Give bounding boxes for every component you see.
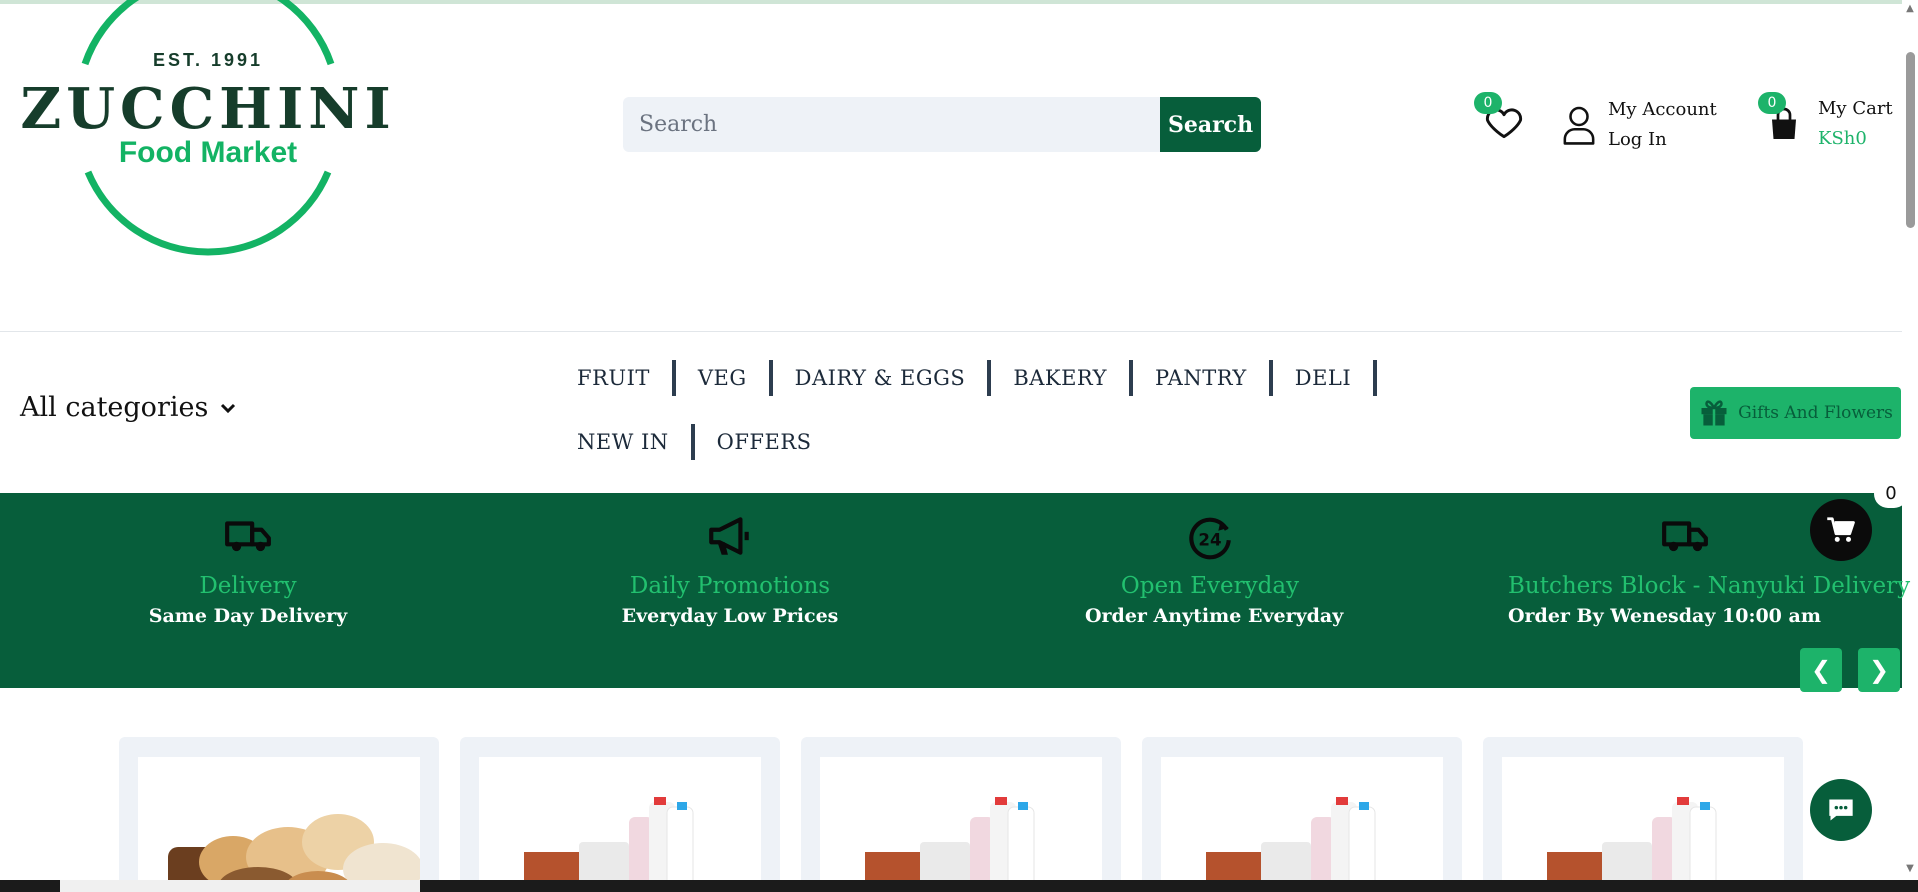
- carousel-prev-button[interactable]: ❮: [1800, 648, 1842, 692]
- menu-item-pantry[interactable]: PANTRY: [1155, 360, 1273, 396]
- svg-text:EST. 1991: EST. 1991: [153, 50, 263, 70]
- scrollbar-thumb[interactable]: [1906, 52, 1915, 228]
- feature-title: Delivery: [199, 573, 297, 599]
- chat-button[interactable]: [1810, 779, 1872, 841]
- all-categories-label: All categories: [20, 392, 209, 423]
- feature-daily-promotions: Daily Promotions Everyday Low Prices: [620, 493, 840, 688]
- cart-total: KSh0: [1818, 128, 1867, 149]
- feature-subtitle: Same Day Delivery: [148, 605, 348, 627]
- feature-delivery: Delivery Same Day Delivery: [148, 493, 348, 688]
- page-scrollbar[interactable]: ▲ ▼: [1902, 0, 1918, 880]
- menu-item-fruit[interactable]: FRUIT: [577, 360, 676, 396]
- chevron-down-icon: [221, 403, 236, 413]
- wishlist-count-badge: 0: [1474, 92, 1502, 114]
- svg-text:Food Market: Food Market: [119, 136, 297, 169]
- all-categories-dropdown[interactable]: All categories: [20, 392, 236, 423]
- megaphone-icon: [709, 517, 749, 555]
- feature-title: Open Everyday: [1120, 573, 1300, 599]
- product-card[interactable]: [801, 737, 1121, 892]
- menu-item-veg[interactable]: VEG: [698, 360, 773, 396]
- truck-icon: [1662, 521, 1708, 552]
- gift-icon: [1701, 400, 1727, 426]
- main-menu: FRUIT VEG DAIRY & EGGS BAKERY PANTRY DEL…: [577, 360, 1477, 488]
- account-link[interactable]: My Account Log In: [1562, 95, 1717, 155]
- search-bar: Search: [623, 97, 1261, 152]
- feature-subtitle: Order Anytime Everyday: [1085, 605, 1344, 627]
- cart-label: My Cart: [1818, 98, 1893, 119]
- feature-subtitle: Everyday Low Prices: [621, 605, 839, 627]
- feature-title: Butchers Block - Nanyuki Delivery: [1508, 573, 1911, 599]
- 24-hours-icon: 24: [1189, 517, 1231, 560]
- os-taskbar: [0, 880, 1918, 892]
- product-image-dairy-pack[interactable]: [479, 757, 761, 892]
- login-link[interactable]: Log In: [1608, 125, 1717, 155]
- product-card[interactable]: [460, 737, 780, 892]
- user-icon: [1563, 106, 1595, 145]
- search-input[interactable]: [623, 97, 1160, 152]
- cart-icon: [1827, 517, 1855, 542]
- product-card[interactable]: [119, 737, 439, 892]
- feature-open-everyday: 24 Open Everyday Order Anytime Everyday: [1085, 493, 1344, 688]
- scroll-down-icon[interactable]: ▼: [1905, 864, 1915, 874]
- menu-item-offers[interactable]: OFFERS: [717, 424, 834, 460]
- gifts-and-flowers-button[interactable]: Gifts And Flowers: [1690, 387, 1901, 439]
- menu-item-new-in[interactable]: NEW IN: [577, 424, 695, 460]
- product-image-dairy-pack[interactable]: [820, 757, 1102, 892]
- product-card[interactable]: [1142, 737, 1462, 892]
- search-button[interactable]: Search: [1160, 97, 1261, 152]
- floating-cart-button[interactable]: [1810, 499, 1872, 561]
- wishlist-button[interactable]: 0: [1472, 92, 1523, 142]
- svg-text:24: 24: [1198, 530, 1221, 549]
- floating-cart-count-badge: 0: [1874, 480, 1908, 508]
- header-divider: [0, 331, 1902, 332]
- feature-subtitle: Order By Wenesday 10:00 am: [1508, 605, 1821, 627]
- cart-link[interactable]: 0 My Cart KSh0: [1758, 92, 1893, 156]
- zucchini-logo[interactable]: EST. 1991 ZUCCHINI Food Market: [22, 0, 394, 258]
- product-image-bread[interactable]: [138, 757, 420, 892]
- carousel-next-button[interactable]: ❯: [1858, 648, 1900, 692]
- features-banner: Delivery Same Day Delivery Daily Promoti…: [0, 493, 1911, 688]
- menu-item-bakery[interactable]: BAKERY: [1013, 360, 1133, 396]
- product-grid: [119, 737, 1803, 892]
- product-image-dairy-pack[interactable]: [1161, 757, 1443, 892]
- menu-item-dairy-eggs[interactable]: DAIRY & EGGS: [795, 360, 992, 396]
- menu-item-deli[interactable]: DELI: [1295, 360, 1378, 396]
- truck-icon: [225, 521, 271, 552]
- cart-count-badge: 0: [1758, 92, 1786, 114]
- scroll-up-icon[interactable]: ▲: [1905, 4, 1915, 14]
- chat-bubble-icon: [1829, 799, 1853, 821]
- product-image-dairy-pack[interactable]: [1502, 757, 1784, 892]
- svg-text:ZUCCHINI: ZUCCHINI: [22, 76, 394, 142]
- account-label: My Account: [1608, 99, 1717, 120]
- taskbar-window-preview: [60, 880, 420, 892]
- gifts-and-flowers-label: Gifts And Flowers: [1738, 403, 1893, 423]
- product-card[interactable]: [1483, 737, 1803, 892]
- feature-title: Daily Promotions: [629, 573, 831, 599]
